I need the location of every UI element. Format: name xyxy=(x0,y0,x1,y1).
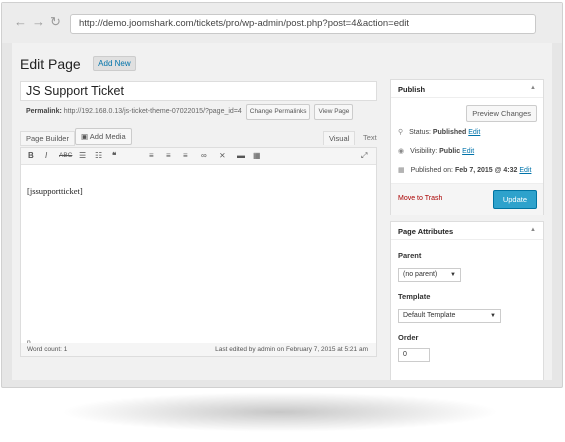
browser-window: ← → ↻ http://demo.joomshark.com/tickets/… xyxy=(1,2,563,388)
publish-actions: Move to Trash Update xyxy=(391,183,543,215)
visibility-value: Public xyxy=(439,148,461,155)
link-icon[interactable]: ∞ xyxy=(201,151,207,161)
add-media-label: Add Media xyxy=(89,132,126,141)
published-value: Feb 7, 2015 @ 4:32 xyxy=(454,167,518,174)
bullet-list-icon[interactable]: ☰ xyxy=(79,151,86,161)
chevron-down-icon: ▼ xyxy=(490,313,496,319)
visibility-edit-link[interactable]: Edit xyxy=(462,148,474,155)
move-to-trash-link[interactable]: Move to Trash xyxy=(398,195,442,202)
editor-tabs: Page Builder ▣ Add Media Visual Text xyxy=(20,128,377,146)
permalink-row: Permalink: http://192.168.0.13/js-ticket… xyxy=(26,104,376,120)
permalink-label: Permalink: xyxy=(26,108,62,115)
preview-changes-button[interactable]: Preview Changes xyxy=(466,105,537,122)
collapse-arrow-icon[interactable]: ▲ xyxy=(530,85,536,91)
word-count: Word count: 1 xyxy=(27,346,68,353)
update-button[interactable]: Update xyxy=(492,190,537,209)
frame-shadow xyxy=(60,392,500,432)
align-right-icon[interactable]: ≡ xyxy=(183,151,188,161)
wp-admin-content: Edit Page Add New JS Support Ticket Perm… xyxy=(12,43,552,380)
parent-label: Parent xyxy=(398,251,422,260)
order-input[interactable]: 0 xyxy=(398,348,430,362)
add-new-button[interactable]: Add New xyxy=(93,56,136,72)
status-edit-link[interactable]: Edit xyxy=(468,129,480,136)
published-edit-link[interactable]: Edit xyxy=(519,167,531,174)
content-editor: B I ABC ☰ ☷ ❝ ≡ ≡ ≡ ∞ ⨯ ▬ ▦ ⤢ [jssupport… xyxy=(20,147,377,357)
page-attributes-title: Page Attributes xyxy=(398,227,454,236)
italic-icon[interactable]: I xyxy=(45,151,47,161)
bold-icon[interactable]: B xyxy=(28,151,34,161)
order-label: Order xyxy=(398,333,419,342)
page-attributes-header[interactable]: Page Attributes ▲ xyxy=(391,222,543,240)
toolbar-toggle-icon[interactable]: ▦ xyxy=(253,151,261,161)
visibility-line: ◉ Visibility: Public Edit xyxy=(398,147,474,155)
tab-visual[interactable]: Visual xyxy=(323,131,356,145)
published-label: Published on: xyxy=(410,167,453,174)
parent-select-value: (no parent) xyxy=(403,271,438,278)
page-builder-tab[interactable]: Page Builder xyxy=(20,131,75,146)
change-permalinks-button[interactable]: Change Permalinks xyxy=(245,104,311,120)
strikethrough-icon[interactable]: ABC xyxy=(59,151,72,161)
collapse-arrow-icon[interactable]: ▲ xyxy=(530,227,536,233)
status-label: Status: xyxy=(409,129,431,136)
calendar-icon: ▦ xyxy=(398,167,405,174)
forward-icon[interactable]: → xyxy=(32,14,45,30)
browser-toolbar: ← → ↻ http://demo.joomshark.com/tickets/… xyxy=(2,3,562,43)
page-title: Edit Page xyxy=(20,55,81,72)
editor-status-bar: Word count: 1 Last edited by admin on Fe… xyxy=(20,343,377,357)
status-line: ⚲ Status: Published Edit xyxy=(398,128,480,136)
publish-title: Publish xyxy=(398,85,426,94)
view-page-button[interactable]: View Page xyxy=(314,104,354,120)
unlink-icon[interactable]: ⨯ xyxy=(219,151,226,161)
media-icon: ▣ xyxy=(81,132,89,141)
read-more-icon[interactable]: ▬ xyxy=(237,151,245,161)
eye-icon: ◉ xyxy=(398,148,405,155)
template-label: Template xyxy=(398,292,431,301)
page-header: Edit Page Add New xyxy=(20,55,136,73)
blockquote-icon[interactable]: ❝ xyxy=(112,151,116,161)
editor-content[interactable]: [jssupportticket] xyxy=(27,186,83,196)
reload-icon[interactable]: ↻ xyxy=(50,14,61,30)
pin-icon: ⚲ xyxy=(398,129,404,136)
last-edited: Last edited by admin on February 7, 2015… xyxy=(215,346,368,353)
visibility-label: Visibility: xyxy=(410,148,438,155)
add-media-button[interactable]: ▣ Add Media xyxy=(75,128,132,145)
template-select[interactable]: Default Template ▼ xyxy=(398,309,501,323)
page-attributes-box: Page Attributes ▲ Parent (no parent) ▼ T… xyxy=(390,221,544,380)
post-title-input[interactable]: JS Support Ticket xyxy=(20,81,377,101)
back-icon[interactable]: ← xyxy=(14,14,27,30)
template-select-value: Default Template xyxy=(403,312,456,319)
published-line: ▦ Published on: Feb 7, 2015 @ 4:32 Edit xyxy=(398,166,531,174)
editor-toolbar: B I ABC ☰ ☷ ❝ ≡ ≡ ≡ ∞ ⨯ ▬ ▦ ⤢ xyxy=(21,148,376,165)
chevron-down-icon: ▼ xyxy=(450,272,456,278)
tab-text[interactable]: Text xyxy=(358,131,382,144)
address-bar[interactable]: http://demo.joomshark.com/tickets/pro/wp… xyxy=(70,14,536,34)
publish-box-header[interactable]: Publish ▲ xyxy=(391,80,543,98)
align-left-icon[interactable]: ≡ xyxy=(149,151,154,161)
numbered-list-icon[interactable]: ☷ xyxy=(95,151,102,161)
publish-box: Publish ▲ Preview Changes ⚲ Status: Publ… xyxy=(390,79,544,215)
status-value: Published xyxy=(432,129,467,136)
permalink-url[interactable]: http://192.168.0.13/js-ticket-theme-0702… xyxy=(64,108,242,115)
parent-select[interactable]: (no parent) ▼ xyxy=(398,268,461,282)
fullscreen-icon[interactable]: ⤢ xyxy=(361,151,367,161)
align-center-icon[interactable]: ≡ xyxy=(166,151,171,161)
